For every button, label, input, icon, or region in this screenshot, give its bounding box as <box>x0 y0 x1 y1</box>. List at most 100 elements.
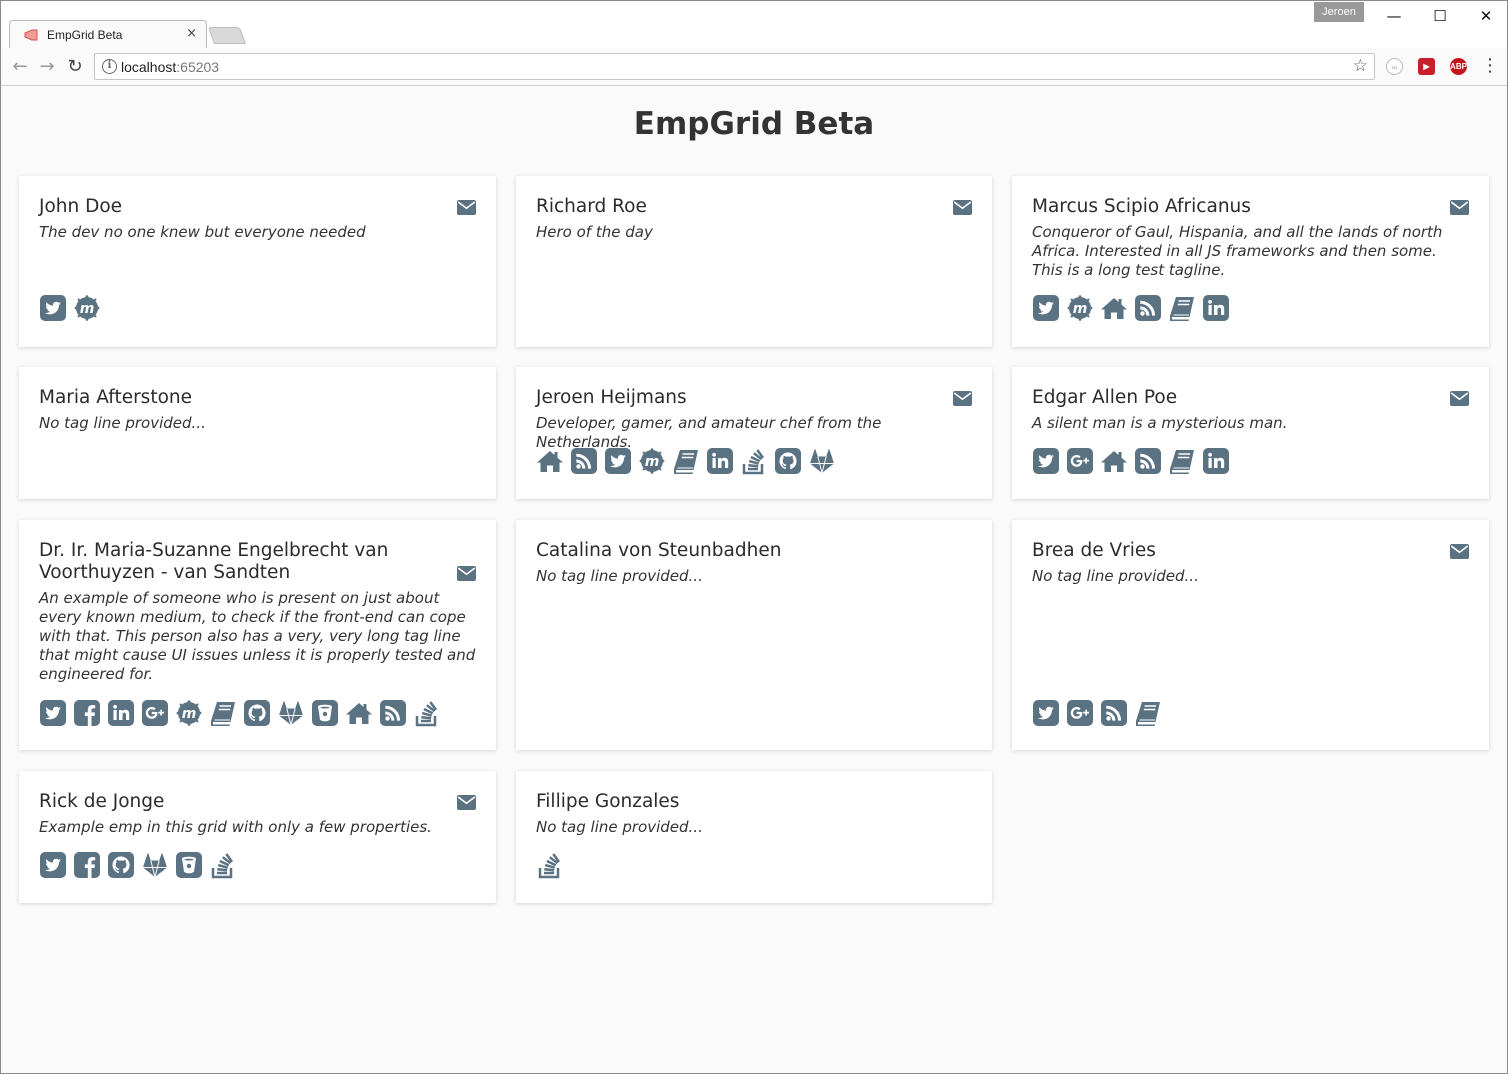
book-icon[interactable] <box>1168 294 1196 322</box>
favicon-icon <box>24 29 38 41</box>
adblock-icon[interactable]: ABP <box>1450 58 1467 75</box>
emp-card: Brea de Vries No tag line provided... <box>1012 520 1489 750</box>
rss-icon[interactable] <box>1100 699 1128 727</box>
extension-icon[interactable]: ▶ <box>1418 58 1435 75</box>
info-icon[interactable]: i <box>102 59 117 74</box>
emp-tagline: Conqueror of Gaul, Hispania, and all the… <box>1032 223 1443 279</box>
emp-name: Maria Afterstone <box>39 387 193 408</box>
github-icon[interactable] <box>243 699 271 727</box>
forward-button[interactable]: → <box>36 56 58 78</box>
emp-card: Fillipe Gonzales No tag line provided... <box>516 771 992 903</box>
reload-button[interactable]: ↻ <box>64 56 86 78</box>
meetup-icon[interactable]: m <box>73 294 101 322</box>
googleplus-icon[interactable] <box>141 699 169 727</box>
email-icon[interactable] <box>1450 391 1469 406</box>
facebook-icon[interactable] <box>73 699 101 727</box>
gitlab-icon[interactable] <box>808 447 836 475</box>
maximize-button[interactable]: ☐ <box>1417 1 1463 31</box>
twitter-icon[interactable] <box>39 699 67 727</box>
url-host: localhost <box>121 59 177 75</box>
book-icon[interactable] <box>1168 447 1196 475</box>
new-tab-button[interactable] <box>207 27 247 44</box>
extension-icon[interactable]: ∞ <box>1386 58 1403 75</box>
emp-card: Richard Roe Hero of the day <box>516 176 992 347</box>
twitter-icon[interactable] <box>39 851 67 879</box>
stackoverflow-icon[interactable] <box>209 851 237 879</box>
email-icon[interactable] <box>457 200 476 215</box>
rss-icon[interactable] <box>379 699 407 727</box>
page-content: EmpGrid Beta John Doe The dev no one kne… <box>1 87 1507 1073</box>
tab-close-icon[interactable]: × <box>186 26 197 42</box>
emp-name: Jeroen Heijmans <box>536 387 687 408</box>
email-icon[interactable] <box>457 566 476 581</box>
emp-card: Marcus Scipio Africanus Conqueror of Gau… <box>1012 176 1489 347</box>
home-icon[interactable] <box>345 699 373 727</box>
emp-name: Richard Roe <box>536 196 647 217</box>
social-icons <box>1032 447 1230 475</box>
googleplus-icon[interactable] <box>1066 447 1094 475</box>
googleplus-icon[interactable] <box>1066 699 1094 727</box>
book-icon[interactable] <box>1134 699 1162 727</box>
home-icon[interactable] <box>536 447 564 475</box>
bookmark-star-icon[interactable]: ☆ <box>1353 56 1368 76</box>
email-icon[interactable] <box>953 391 972 406</box>
book-icon[interactable] <box>672 447 700 475</box>
emp-name: Fillipe Gonzales <box>536 791 680 812</box>
stackoverflow-icon[interactable] <box>740 447 768 475</box>
linkedin-icon[interactable] <box>1202 447 1230 475</box>
emp-tagline: No tag line provided... <box>1032 567 1199 585</box>
emp-card: Catalina von Steunbadhen No tag line pro… <box>516 520 992 750</box>
email-icon[interactable] <box>1450 544 1469 559</box>
stackoverflow-icon[interactable] <box>536 851 564 879</box>
book-icon[interactable] <box>209 699 237 727</box>
twitter-icon[interactable] <box>1032 447 1060 475</box>
linkedin-icon[interactable] <box>1202 294 1230 322</box>
emp-name: Brea de Vries <box>1032 540 1156 561</box>
stackoverflow-icon[interactable] <box>413 699 441 727</box>
bitbucket-icon[interactable] <box>175 851 203 879</box>
home-icon[interactable] <box>1100 447 1128 475</box>
close-window-button[interactable]: ✕ <box>1463 1 1507 31</box>
emp-name: John Doe <box>39 196 123 217</box>
browser-tab[interactable]: EmpGrid Beta × <box>9 20 207 49</box>
gitlab-icon[interactable] <box>277 699 305 727</box>
linkedin-icon[interactable] <box>107 699 135 727</box>
minimize-button[interactable]: — <box>1371 1 1417 31</box>
github-icon[interactable] <box>774 447 802 475</box>
url-text: localhost:65203 <box>121 59 219 75</box>
twitter-icon[interactable] <box>1032 699 1060 727</box>
emp-card: Maria Afterstone No tag line provided... <box>19 367 496 499</box>
rss-icon[interactable] <box>1134 447 1162 475</box>
email-icon[interactable] <box>1450 200 1469 215</box>
emp-card: Dr. Ir. Maria-Suzanne Engelbrecht van Vo… <box>19 520 496 750</box>
svg-text:m: m <box>182 706 197 722</box>
emp-name: Rick de Jonge <box>39 791 165 812</box>
social-icons: m <box>536 447 836 475</box>
url-port: :65203 <box>176 59 220 75</box>
meetup-icon[interactable]: m <box>638 447 666 475</box>
meetup-icon[interactable]: m <box>175 699 203 727</box>
rss-icon[interactable] <box>570 447 598 475</box>
twitter-icon[interactable] <box>1032 294 1060 322</box>
emp-name: Marcus Scipio Africanus <box>1032 196 1251 217</box>
profile-button[interactable]: Jeroen <box>1314 2 1364 22</box>
back-button[interactable]: ← <box>9 56 31 78</box>
meetup-icon[interactable]: m <box>1066 294 1094 322</box>
emp-card: John Doe The dev no one knew but everyon… <box>19 176 496 347</box>
facebook-icon[interactable] <box>73 851 101 879</box>
home-icon[interactable] <box>1100 294 1128 322</box>
browser-menu-icon[interactable]: ⋮ <box>1481 56 1499 76</box>
address-bar[interactable]: i localhost:65203 ☆ <box>94 53 1375 80</box>
social-icons: m <box>39 699 441 727</box>
bitbucket-icon[interactable] <box>311 699 339 727</box>
email-icon[interactable] <box>953 200 972 215</box>
twitter-icon[interactable] <box>604 447 632 475</box>
emp-tagline: No tag line provided... <box>536 567 703 585</box>
email-icon[interactable] <box>457 795 476 810</box>
emp-card: Jeroen Heijmans Developer, gamer, and am… <box>516 367 992 499</box>
linkedin-icon[interactable] <box>706 447 734 475</box>
github-icon[interactable] <box>107 851 135 879</box>
twitter-icon[interactable] <box>39 294 67 322</box>
rss-icon[interactable] <box>1134 294 1162 322</box>
gitlab-icon[interactable] <box>141 851 169 879</box>
